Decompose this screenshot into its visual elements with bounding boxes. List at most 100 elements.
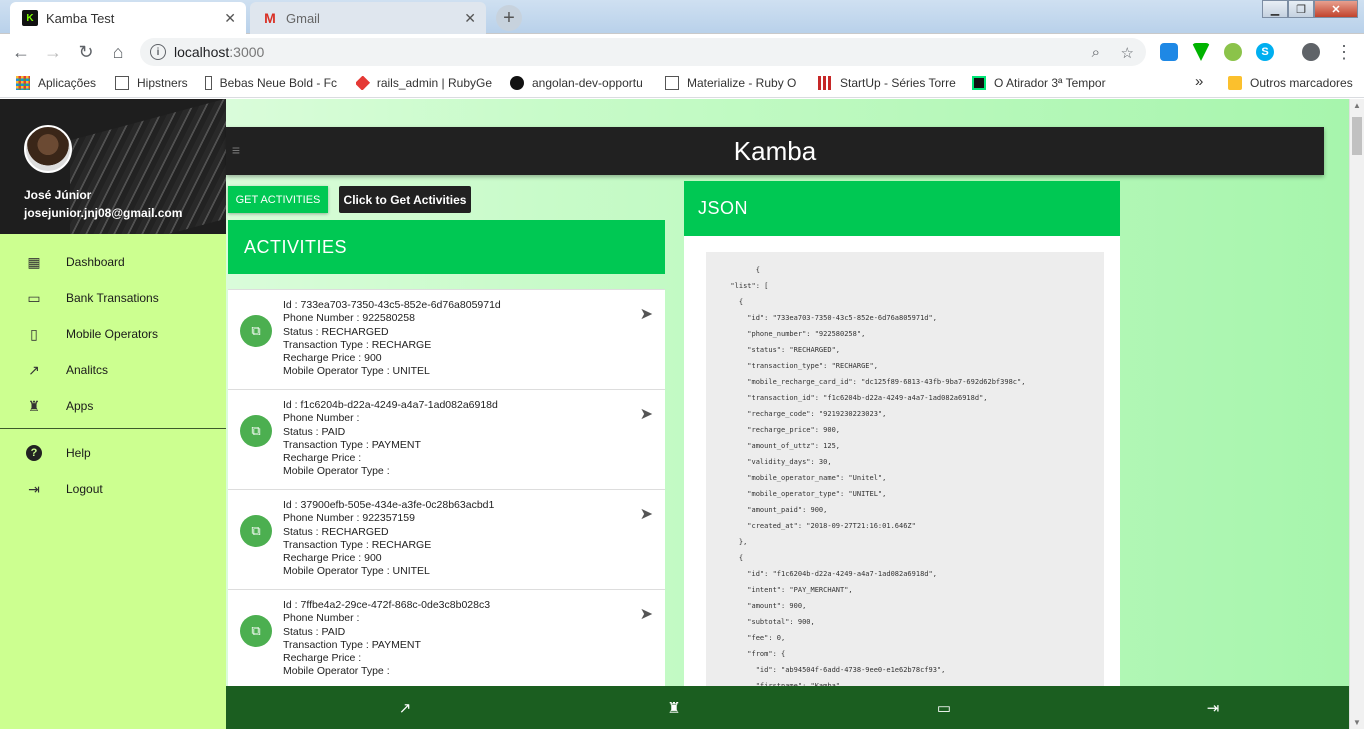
tab-close-icon[interactable]: ✕: [224, 10, 236, 27]
list-item[interactable]: ⧉ Id : f1c6204b-d22a-4249-a4a7-1ad082a69…: [228, 390, 665, 490]
activity-price: Recharge Price : 900: [283, 552, 382, 565]
sidebar-divider: [0, 428, 226, 429]
get-activities-button[interactable]: GET ACTIVITIES: [228, 186, 328, 213]
popcorn-icon: [818, 76, 832, 90]
url-port: :3000: [229, 44, 265, 60]
tab-strip: K Kamba Test ✕ M Gmail ✕ + ▁ ❐ ✕: [0, 0, 1364, 34]
activity-price: Recharge Price : 900: [283, 352, 382, 365]
trending-up-icon[interactable]: ↗: [395, 698, 415, 718]
bookmarks-overflow-icon[interactable]: »: [1195, 73, 1203, 90]
reload-icon[interactable]: ↻: [76, 42, 96, 62]
bookmark-apps[interactable]: Aplicações: [16, 76, 126, 90]
activity-type: Transaction Type : RECHARGE: [283, 338, 432, 351]
help-icon: ?: [26, 445, 42, 461]
apps-grid-icon: [16, 76, 30, 90]
send-icon[interactable]: ➤: [640, 404, 653, 424]
home-icon[interactable]: ⌂: [108, 42, 128, 62]
bookmark-rails-admin[interactable]: rails_admin | RubyGe: [356, 76, 492, 90]
send-icon[interactable]: ➤: [640, 604, 653, 624]
transaction-icon: ⧉: [240, 315, 272, 347]
logout-icon[interactable]: ⇥: [1203, 698, 1223, 718]
zoom-search-icon[interactable]: ⌕: [1092, 44, 1100, 61]
user-profile: José Júnior josejunior.jnj08@gmail.com: [0, 99, 226, 234]
activity-type: Transaction Type : PAYMENT: [283, 638, 421, 651]
sidebar-item-mobile-operators[interactable]: ▯ Mobile Operators: [0, 316, 226, 352]
bookmark-other[interactable]: Outros marcadores: [1228, 76, 1353, 90]
close-window-icon[interactable]: ✕: [1314, 0, 1358, 18]
credit-card-icon[interactable]: ▭: [934, 698, 954, 718]
bookmark-startup[interactable]: StartUp - Séries Torre: [818, 76, 956, 90]
gmail-favicon-icon: M: [264, 10, 276, 26]
page-icon: [115, 76, 129, 90]
menu-dots-icon[interactable]: ⋮: [1334, 42, 1354, 62]
scroll-up-icon[interactable]: ▲: [1353, 101, 1361, 110]
sidebar-item-help[interactable]: ? Help: [0, 435, 226, 471]
new-tab-icon[interactable]: +: [496, 5, 522, 31]
bookmark-atirador[interactable]: O Atirador 3ª Tempor: [972, 76, 1108, 90]
sidebar-item-bank-transations[interactable]: ▭ Bank Transations: [0, 280, 226, 316]
extension-1-icon[interactable]: [1160, 43, 1178, 61]
credit-card-icon: ▭: [27, 289, 41, 306]
bottom-navigation: ↗ ♜ ▭ ⇥: [226, 686, 1350, 729]
extension-3-icon[interactable]: [1224, 43, 1242, 61]
ruby-icon: [356, 76, 371, 90]
dashboard-icon: ▦: [27, 253, 41, 270]
activity-phone: Phone Number : 922357159: [283, 512, 415, 525]
forward-icon[interactable]: →: [43, 42, 63, 62]
bookmark-star-icon[interactable]: ☆: [1121, 44, 1134, 62]
address-bar[interactable]: i localhost:3000 ⌕ ☆: [140, 38, 1146, 66]
tab-gmail[interactable]: M Gmail ✕: [250, 2, 486, 34]
maximize-icon[interactable]: ❐: [1288, 0, 1314, 18]
scroll-down-icon[interactable]: ▼: [1353, 718, 1361, 727]
logout-icon: ⇥: [28, 480, 40, 497]
tab-kamba-test[interactable]: K Kamba Test ✕: [10, 2, 246, 34]
tab-title: Kamba Test: [46, 10, 115, 26]
json-viewer[interactable]: { "list": [ { "id": "733ea703-7350-43c5-…: [706, 252, 1104, 729]
skype-icon[interactable]: S: [1256, 43, 1274, 61]
avatar[interactable]: [24, 125, 72, 173]
sidebar-item-dashboard[interactable]: ▦ Dashboard: [0, 244, 226, 280]
s-icon: [972, 76, 986, 90]
back-icon[interactable]: ←: [11, 42, 31, 62]
bookmarks-bar: Aplicações Hipstners Bebas Neue Bold - F…: [0, 70, 1364, 98]
activity-phone: Phone Number :: [283, 612, 360, 625]
sidebar-item-logout[interactable]: ⇥ Logout: [0, 471, 226, 507]
site-info-icon[interactable]: i: [150, 44, 166, 60]
kamba-favicon-icon: K: [22, 10, 38, 26]
bookmark-materialize[interactable]: Materialize - Ruby O: [665, 76, 800, 90]
list-item[interactable]: ⧉ Id : 733ea703-7350-43c5-852e-6d76a8059…: [228, 290, 665, 390]
sidebar-menu: ▦ Dashboard ▭ Bank Transations ▯ Mobile …: [0, 244, 226, 507]
vue-devtools-icon[interactable]: [1192, 43, 1210, 61]
user-name: José Júnior: [24, 188, 92, 202]
sidebar: José Júnior josejunior.jnj08@gmail.com ▦…: [0, 99, 226, 729]
hamburger-menu-icon[interactable]: ≡: [226, 127, 246, 173]
scrollbar-thumb[interactable]: [1352, 117, 1362, 155]
transaction-icon: ⧉: [240, 415, 272, 447]
minimize-icon[interactable]: ▁: [1262, 0, 1288, 18]
send-icon[interactable]: ➤: [640, 304, 653, 324]
send-icon[interactable]: ➤: [640, 504, 653, 524]
json-content: { "list": [ { "id": "733ea703-7350-43c5-…: [730, 266, 1026, 690]
bookmark-bebas[interactable]: Bebas Neue Bold - Fc: [205, 76, 337, 90]
bookmark-angolan-dev[interactable]: angolan-dev-opportu: [510, 76, 648, 90]
activities-card-header: ACTIVITIES: [228, 220, 665, 274]
tab-close-icon[interactable]: ✕: [464, 10, 476, 27]
page-scrollbar[interactable]: ▲ ▼: [1349, 99, 1364, 729]
sidebar-item-apps[interactable]: ♜ Apps: [0, 388, 226, 424]
trending-up-icon: ↗: [28, 361, 40, 378]
user-email: josejunior.jnj08@gmail.com: [24, 206, 183, 220]
sidebar-item-analitcs[interactable]: ↗ Analitcs: [0, 352, 226, 388]
activities-list: ⧉ Id : 733ea703-7350-43c5-852e-6d76a8059…: [228, 289, 665, 729]
json-title: JSON: [698, 198, 749, 218]
list-item[interactable]: ⧉ Id : 7ffbe4a2-29ce-472f-868c-0de3c8b02…: [228, 590, 665, 690]
android-icon[interactable]: ♜: [664, 698, 684, 718]
bookmark-hipstners[interactable]: Hipstners: [115, 76, 197, 90]
activity-type: Transaction Type : RECHARGE: [283, 538, 432, 551]
folder-icon: [1228, 76, 1242, 90]
activity-status: Status : RECHARGED: [283, 325, 389, 338]
activity-id: Id : f1c6204b-d22a-4249-a4a7-1ad082a6918…: [283, 399, 498, 411]
activity-operator: Mobile Operator Type : UNITEL: [283, 565, 430, 578]
list-item[interactable]: ⧉ Id : 37900efb-505e-434e-a3fe-0c28b63ac…: [228, 490, 665, 590]
activity-price: Recharge Price :: [283, 652, 362, 665]
profile-avatar-icon[interactable]: [1302, 43, 1320, 61]
